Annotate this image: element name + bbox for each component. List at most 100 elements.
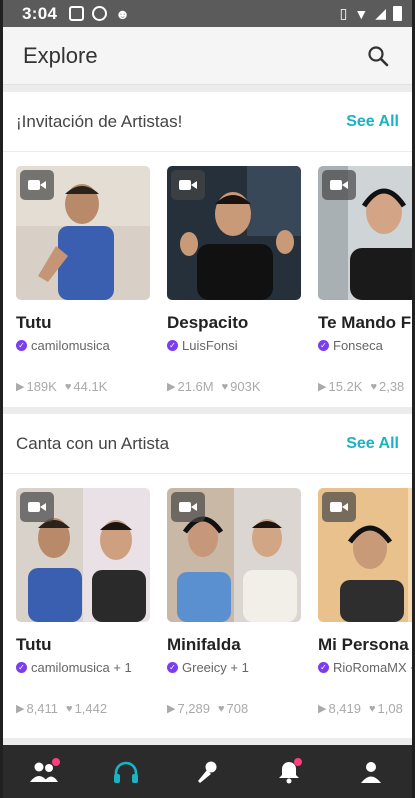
app-header: Explore bbox=[3, 27, 412, 85]
song-thumbnail bbox=[16, 166, 150, 300]
microphone-icon bbox=[198, 761, 217, 783]
headphones-icon bbox=[113, 761, 138, 783]
song-card[interactable]: Minifalda ✓ Greeicy + 1 ▶ 7,289 ♥ 708 bbox=[167, 488, 301, 716]
nav-social[interactable] bbox=[24, 752, 64, 792]
song-card[interactable]: Te Mando Fl ✓ Fonseca ▶ 15.2K ♥ 2,38 bbox=[318, 166, 412, 394]
song-thumbnail bbox=[167, 488, 301, 622]
song-stats: ▶ 7,289 ♥ 708 bbox=[167, 701, 301, 716]
song-title: Tutu bbox=[16, 313, 52, 332]
heart-icon: ♥ bbox=[221, 380, 229, 393]
song-artist: ✓ Greeicy + 1 bbox=[167, 660, 301, 675]
song-thumbnail bbox=[167, 166, 301, 300]
song-artist: ✓ LuisFonsi bbox=[167, 338, 301, 353]
status-time: 3:04 bbox=[22, 3, 58, 23]
song-stats: ▶ 189K ♥ 44.1K bbox=[16, 379, 150, 394]
notification-dot bbox=[51, 757, 60, 766]
like-count: ♥ 1,442 bbox=[66, 701, 108, 716]
see-all-link[interactable]: See All bbox=[346, 113, 399, 131]
section-divider bbox=[3, 738, 412, 745]
like-count: ♥ 1,08 bbox=[369, 701, 403, 716]
search-button[interactable] bbox=[364, 42, 392, 70]
play-count: ▶ 8,419 bbox=[318, 701, 362, 716]
play-count: ▶ 21.6M bbox=[167, 379, 214, 394]
verified-icon: ✓ bbox=[167, 340, 178, 351]
section-divider bbox=[3, 85, 412, 92]
search-icon bbox=[368, 45, 389, 66]
song-thumbnail bbox=[318, 488, 412, 622]
section-title: Canta con un Artista bbox=[16, 433, 170, 453]
section-divider bbox=[3, 407, 412, 414]
nav-listen[interactable] bbox=[106, 752, 146, 792]
play-count: ▶ 189K bbox=[16, 379, 57, 394]
nav-profile[interactable] bbox=[351, 752, 391, 792]
heart-icon: ♥ bbox=[370, 380, 377, 393]
verified-icon: ✓ bbox=[16, 662, 27, 673]
play-count: ▶ 15.2K bbox=[318, 379, 363, 394]
play-count: ▶ 7,289 bbox=[167, 701, 211, 716]
see-all-link[interactable]: See All bbox=[346, 435, 399, 453]
gallery-notification-icon bbox=[69, 6, 85, 21]
notification-dot bbox=[294, 757, 303, 766]
verified-icon: ✓ bbox=[16, 340, 27, 351]
video-icon bbox=[20, 170, 54, 200]
nav-notifications[interactable] bbox=[269, 752, 309, 792]
section-sing-with-artist: Canta con un Artista See All Tutu ✓ camil… bbox=[3, 414, 412, 729]
song-card[interactable]: Tutu ✓ camilomusica + 1 ▶ 8,411 ♥ 1,442 bbox=[16, 488, 150, 716]
card-carousel[interactable]: Tutu ✓ camilomusica + 1 ▶ 8,411 ♥ 1,442 Min… bbox=[3, 474, 412, 729]
heart-icon: ♥ bbox=[64, 380, 72, 393]
verified-icon: ✓ bbox=[167, 662, 178, 673]
sync-notification-icon bbox=[92, 6, 108, 21]
play-icon: ▶ bbox=[167, 381, 176, 393]
song-artist: ✓ camilomusica bbox=[16, 338, 150, 353]
bottom-nav bbox=[3, 745, 412, 798]
song-artist: ✓ Fonseca bbox=[318, 338, 412, 353]
like-count: ♥ 903K bbox=[221, 379, 261, 394]
play-icon: ▶ bbox=[16, 381, 25, 393]
nav-sing[interactable] bbox=[187, 752, 227, 792]
song-card[interactable]: Despacito ✓ LuisFonsi ▶ 21.6M ♥ 903K bbox=[167, 166, 301, 394]
like-count: ♥ 44.1K bbox=[64, 379, 108, 394]
song-artist: ✓ camilomusica + 1 bbox=[16, 660, 150, 675]
page-title: Explore bbox=[23, 42, 98, 68]
battery-icon bbox=[393, 6, 402, 21]
video-icon bbox=[322, 170, 356, 200]
song-title: Tutu bbox=[16, 635, 52, 654]
card-carousel[interactable]: Tutu ✓ camilomusica ▶ 189K ♥ 44.1K Despacit… bbox=[3, 152, 412, 407]
heart-icon: ♥ bbox=[369, 702, 376, 715]
section-artist-invitations: ¡Invitación de Artistas! See All Tutu ✓ c… bbox=[3, 92, 412, 407]
heart-icon: ♥ bbox=[66, 702, 73, 715]
app-frame: 3:04 ☻ ▯ ▼ ◢ Explore ¡Invitación de Arti… bbox=[3, 0, 412, 798]
song-title: Te Mando Fl bbox=[318, 313, 412, 332]
wifi-icon: ▼ bbox=[354, 5, 369, 22]
song-stats: ▶ 8,411 ♥ 1,442 bbox=[16, 701, 150, 716]
song-card[interactable]: Mi Persona F ✓RioRomaMX + ▶8,419 ♥1,08 bbox=[318, 488, 412, 716]
song-thumbnail bbox=[16, 488, 150, 622]
song-title: Despacito bbox=[167, 313, 249, 332]
song-stats: ▶ 15.2K ♥ 2,38 bbox=[318, 379, 412, 394]
play-count: ▶ 8,411 bbox=[16, 701, 59, 716]
section-header: ¡Invitación de Artistas! See All bbox=[3, 92, 412, 152]
video-icon bbox=[171, 170, 205, 200]
profile-icon bbox=[361, 761, 382, 783]
video-icon bbox=[20, 492, 54, 522]
verified-icon: ✓ bbox=[318, 340, 329, 351]
video-icon bbox=[171, 492, 205, 522]
video-icon bbox=[322, 492, 356, 522]
like-count: ♥ 2,38 bbox=[370, 379, 405, 394]
play-icon: ▶ bbox=[167, 703, 176, 715]
song-title: Mi Persona F bbox=[318, 635, 412, 654]
play-icon: ▶ bbox=[318, 703, 327, 715]
heart-icon: ♥ bbox=[218, 702, 225, 715]
status-bar: 3:04 ☻ ▯ ▼ ◢ bbox=[3, 0, 412, 27]
verified-icon: ✓ bbox=[318, 662, 329, 673]
signal-icon: ◢ bbox=[375, 5, 386, 21]
play-icon: ▶ bbox=[318, 381, 327, 393]
song-artist: ✓ RioRomaMX + bbox=[318, 660, 412, 675]
song-card[interactable]: Tutu ✓ camilomusica ▶ 189K ♥ 44.1K bbox=[16, 166, 150, 394]
app-notification-icon: ☻ bbox=[115, 5, 130, 22]
section-header: Canta con un Artista See All bbox=[3, 414, 412, 474]
song-title: Minifalda bbox=[167, 635, 241, 654]
song-thumbnail bbox=[318, 166, 412, 300]
song-stats: ▶ 21.6M ♥ 903K bbox=[167, 379, 301, 394]
like-count: ♥ 708 bbox=[218, 701, 249, 716]
